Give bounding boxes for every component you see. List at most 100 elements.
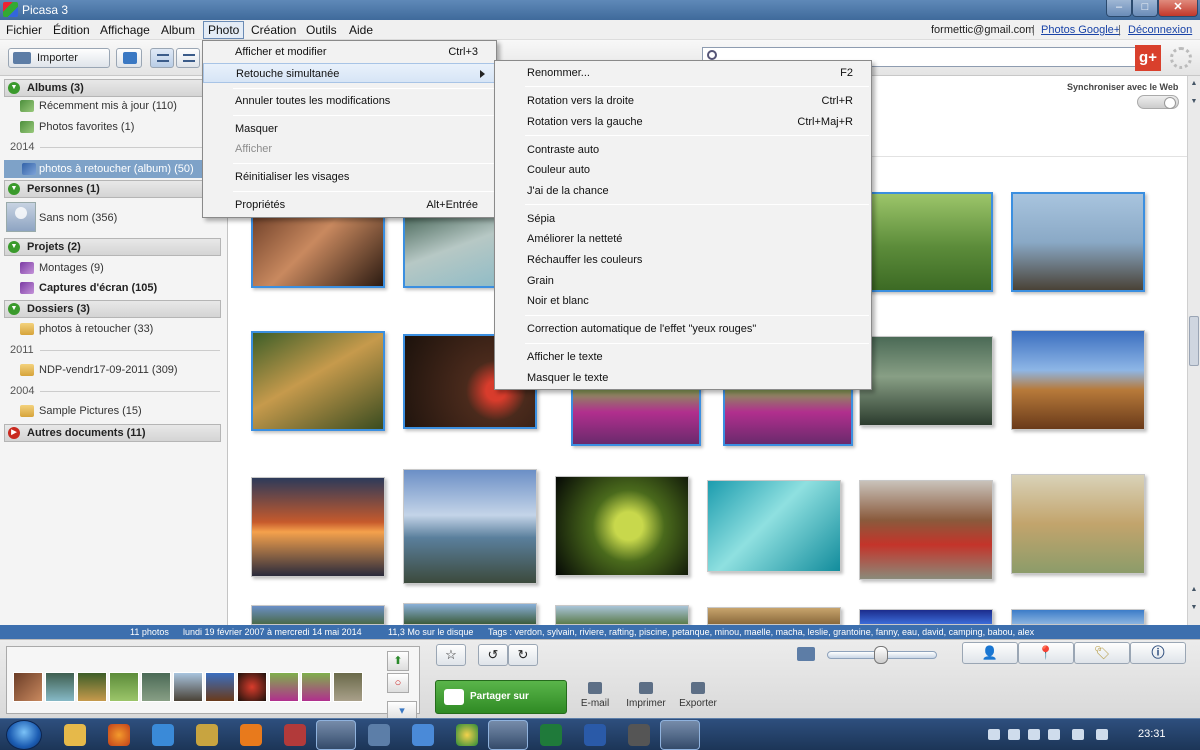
- other-documents-header[interactable]: ▶ Autres documents (11): [4, 424, 221, 442]
- tags-button[interactable]: 🏷: [1074, 642, 1130, 664]
- tray-thumbnail[interactable]: [237, 672, 267, 702]
- menu-item-batch-edit[interactable]: Retouche simultanée: [203, 63, 496, 83]
- print-button[interactable]: Imprimer: [624, 682, 668, 709]
- tray-thumbnail[interactable]: [333, 672, 363, 702]
- word-icon[interactable]: [584, 724, 606, 746]
- menu-item-properties[interactable]: Propriétés Alt+Entrée: [203, 195, 496, 215]
- sidebar-item-folder-ndp[interactable]: NDP-vendr17-09-2011 (309): [20, 361, 178, 379]
- volume-icon[interactable]: [1028, 729, 1040, 740]
- chrome-icon[interactable]: [456, 724, 478, 746]
- photo-thumbnail[interactable]: [1011, 609, 1145, 625]
- flag-icon[interactable]: [988, 729, 1000, 740]
- google-photos-link[interactable]: Photos Google+: [1041, 24, 1120, 36]
- menu-item-hide[interactable]: Masquer: [203, 119, 496, 139]
- excel-icon[interactable]: [540, 724, 562, 746]
- clear-tray-icon[interactable]: ○: [387, 673, 409, 693]
- app-icon[interactable]: [284, 724, 306, 746]
- geotag-button[interactable]: 📍: [1018, 642, 1074, 664]
- app-tray-icon[interactable]: [1096, 729, 1108, 740]
- photo-thumbnail[interactable]: [555, 476, 689, 576]
- scroll-down-icon[interactable]: ▼: [1189, 98, 1199, 108]
- menu-item-grain[interactable]: Grain: [495, 271, 871, 291]
- media-icon[interactable]: [240, 724, 262, 746]
- photo-thumbnail[interactable]: [1011, 330, 1145, 430]
- menu-item-black-white[interactable]: Noir et blanc: [495, 291, 871, 311]
- tray-thumbnail[interactable]: [173, 672, 203, 702]
- menu-item-hide-text[interactable]: Masquer le texte: [495, 368, 871, 388]
- photo-thumbnail[interactable]: [707, 480, 841, 572]
- tray-thumbnail[interactable]: [45, 672, 75, 702]
- close-button[interactable]: ✕: [1158, 0, 1198, 17]
- menu-item-sharpen[interactable]: Améliorer la netteté: [495, 229, 871, 249]
- info-button[interactable]: ⓘ: [1130, 642, 1186, 664]
- photo-thumbnail[interactable]: [403, 603, 537, 625]
- rotate-left-button[interactable]: ↺: [478, 644, 508, 666]
- menu-creation[interactable]: Création: [251, 23, 296, 37]
- start-button[interactable]: [6, 720, 42, 750]
- menu-album[interactable]: Album: [161, 23, 195, 37]
- picasa-taskbar-icon[interactable]: [488, 720, 528, 750]
- sidebar-item-screenshots[interactable]: Captures d'écran (105): [20, 279, 157, 297]
- scroll-up-icon[interactable]: ▲: [1189, 80, 1199, 90]
- network-icon[interactable]: [1008, 729, 1020, 740]
- photo-thumbnail[interactable]: [251, 477, 385, 577]
- menu-edition[interactable]: Édition: [53, 23, 90, 37]
- photo-thumbnail[interactable]: [251, 331, 385, 431]
- menu-item-red-eye[interactable]: Correction automatique de l'effet "yeux …: [495, 319, 871, 339]
- photo-thumbnail[interactable]: [571, 384, 701, 446]
- menu-item-show-text[interactable]: Afficher le texte: [495, 347, 871, 367]
- app-icon[interactable]: [368, 724, 390, 746]
- app-tray-icon[interactable]: [1072, 729, 1084, 740]
- menu-aide[interactable]: Aide: [349, 23, 373, 37]
- sidebar-item-folder-photos[interactable]: photos à retoucher (33): [20, 320, 153, 338]
- add-to-album-button[interactable]: [116, 48, 142, 68]
- star-button[interactable]: ☆: [436, 644, 466, 666]
- email-button[interactable]: E-mail: [580, 682, 610, 709]
- explorer-icon[interactable]: [64, 724, 86, 746]
- tray-thumbnail[interactable]: [301, 672, 331, 702]
- menu-item-rotate-right[interactable]: Rotation vers la droite Ctrl+R: [495, 91, 871, 111]
- minimize-button[interactable]: –: [1106, 0, 1132, 17]
- maximize-button[interactable]: □: [1132, 0, 1158, 17]
- people-header[interactable]: ▼ Personnes (1): [4, 180, 221, 198]
- app-icon[interactable]: [316, 720, 356, 750]
- photo-thumbnail[interactable]: [251, 605, 385, 625]
- firefox-icon[interactable]: [108, 724, 130, 746]
- menu-item-auto-contrast[interactable]: Contraste auto: [495, 140, 871, 160]
- ie-icon[interactable]: [152, 724, 174, 746]
- menu-item-view-edit[interactable]: Afficher et modifier Ctrl+3: [203, 42, 496, 62]
- vertical-scrollbar[interactable]: ▲ ▼ ▲ ▼: [1187, 76, 1200, 625]
- share-google-plus-button[interactable]: Partager sur Google+: [435, 680, 567, 734]
- sidebar-item-unnamed[interactable]: Sans nom (356): [20, 209, 117, 227]
- tray-thumbnail[interactable]: [269, 672, 299, 702]
- folders-header[interactable]: ▼ Dossiers (3): [4, 300, 221, 318]
- tray-thumbnail[interactable]: [13, 672, 43, 702]
- scroll-up-icon[interactable]: ▲: [1189, 586, 1199, 596]
- projects-header[interactable]: ▼ Projets (2): [4, 238, 221, 256]
- menu-outils[interactable]: Outils: [306, 23, 337, 37]
- menu-item-undo-all[interactable]: Annuler toutes les modifications: [203, 91, 496, 111]
- tray-thumbnail[interactable]: [141, 672, 171, 702]
- menu-affichage[interactable]: Affichage: [100, 23, 150, 37]
- menu-item-sepia[interactable]: Sépia: [495, 209, 871, 229]
- people-button[interactable]: 👤: [962, 642, 1018, 664]
- app-icon[interactable]: [660, 720, 700, 750]
- hold-pin-icon[interactable]: ⬆: [387, 651, 409, 671]
- app-icon[interactable]: [196, 724, 218, 746]
- list-view-button[interactable]: [150, 48, 174, 68]
- photo-thumbnail[interactable]: [723, 384, 853, 446]
- menu-item-auto-color[interactable]: Couleur auto: [495, 160, 871, 180]
- photo-thumbnail[interactable]: [707, 607, 841, 625]
- menu-item-reset-faces[interactable]: Réinitialiser les visages: [203, 167, 496, 187]
- photo-thumbnail[interactable]: [403, 469, 537, 584]
- menu-photo[interactable]: Photo: [203, 21, 245, 39]
- scroll-down-icon[interactable]: ▼: [1189, 604, 1199, 614]
- tray-thumbnail[interactable]: [77, 672, 107, 702]
- zoom-slider-handle[interactable]: [874, 646, 888, 664]
- app-icon[interactable]: [412, 724, 434, 746]
- photo-thumbnail[interactable]: [859, 192, 993, 292]
- albums-header[interactable]: ▼ Albums (3): [4, 79, 221, 97]
- photo-thumbnail[interactable]: [859, 480, 993, 580]
- scrollbar-thumb[interactable]: [1189, 316, 1199, 366]
- google-plus-icon[interactable]: g+: [1135, 45, 1161, 71]
